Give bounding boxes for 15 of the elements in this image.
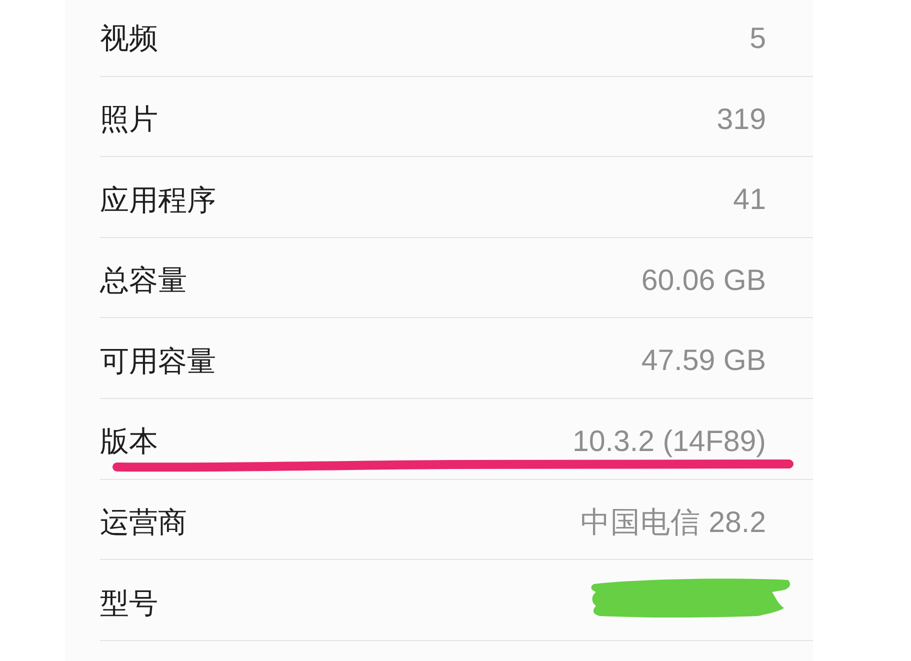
row-label: 总容量 bbox=[100, 263, 187, 298]
row-value: 中国电信 28.2 bbox=[580, 504, 766, 540]
row-value: 41 bbox=[733, 182, 766, 218]
row-value: 10.3.2 (14F89) bbox=[572, 424, 766, 460]
row-label: 视频 bbox=[100, 21, 158, 56]
row-value: 47.59 GB bbox=[641, 343, 766, 379]
row-value: 60.06 GB bbox=[641, 262, 766, 298]
row-label: 型号 bbox=[100, 586, 158, 620]
row-label: 运营商 bbox=[100, 504, 187, 540]
row-label: 可用容量 bbox=[100, 344, 216, 379]
row-label: 版本 bbox=[100, 424, 158, 460]
row-value: 5 bbox=[750, 21, 766, 56]
row-label: 应用程序 bbox=[100, 182, 216, 218]
row-value: 319 bbox=[716, 102, 766, 138]
row-label: 照片 bbox=[100, 102, 158, 137]
